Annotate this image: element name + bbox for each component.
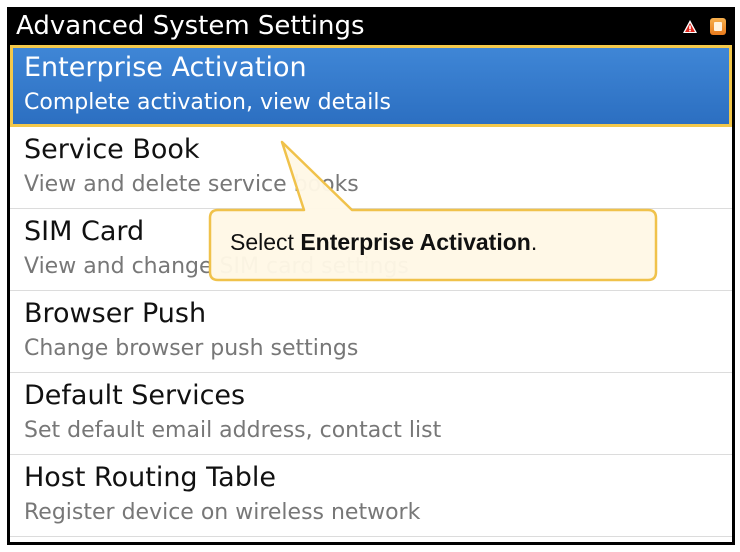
device-screen: Advanced System Settings Enterprise Acti…: [7, 7, 735, 545]
menu-item-subtitle: Complete activation, view details: [24, 90, 391, 115]
menu-item-title: SIM Card: [24, 216, 145, 247]
menu-item-service-book[interactable]: Service Book View and delete service boo…: [10, 127, 732, 209]
menu-item-title: Browser Push: [24, 298, 207, 329]
settings-list: Enterprise Activation Complete activatio…: [10, 45, 732, 537]
menu-item-title: Host Routing Table: [24, 462, 276, 493]
title-bar: Advanced System Settings: [10, 7, 732, 45]
menu-item-default-services[interactable]: Default Services Set default email addre…: [10, 373, 732, 455]
menu-item-subtitle: View and change SIM card settings: [24, 254, 409, 279]
menu-item-subtitle: Change browser push settings: [24, 336, 359, 361]
menu-item-title: Service Book: [24, 134, 200, 165]
status-icons: [682, 14, 726, 38]
menu-item-subtitle: View and delete service books: [24, 172, 359, 197]
screen-title: Advanced System Settings: [16, 11, 365, 41]
menu-item-subtitle: Set default email address, contact list: [24, 418, 442, 443]
menu-item-browser-push[interactable]: Browser Push Change browser push setting…: [10, 291, 732, 373]
menu-item-title: Enterprise Activation: [24, 52, 307, 83]
notification-icon[interactable]: [710, 17, 726, 35]
warning-icon: [683, 19, 697, 33]
menu-item-enterprise-activation[interactable]: Enterprise Activation Complete activatio…: [10, 45, 732, 127]
menu-item-subtitle: Register device on wireless network: [24, 500, 421, 525]
menu-item-sim-card[interactable]: SIM Card View and change SIM card settin…: [10, 209, 732, 291]
menu-item-title: Default Services: [24, 380, 246, 411]
menu-item-host-routing-table[interactable]: Host Routing Table Register device on wi…: [10, 455, 732, 537]
